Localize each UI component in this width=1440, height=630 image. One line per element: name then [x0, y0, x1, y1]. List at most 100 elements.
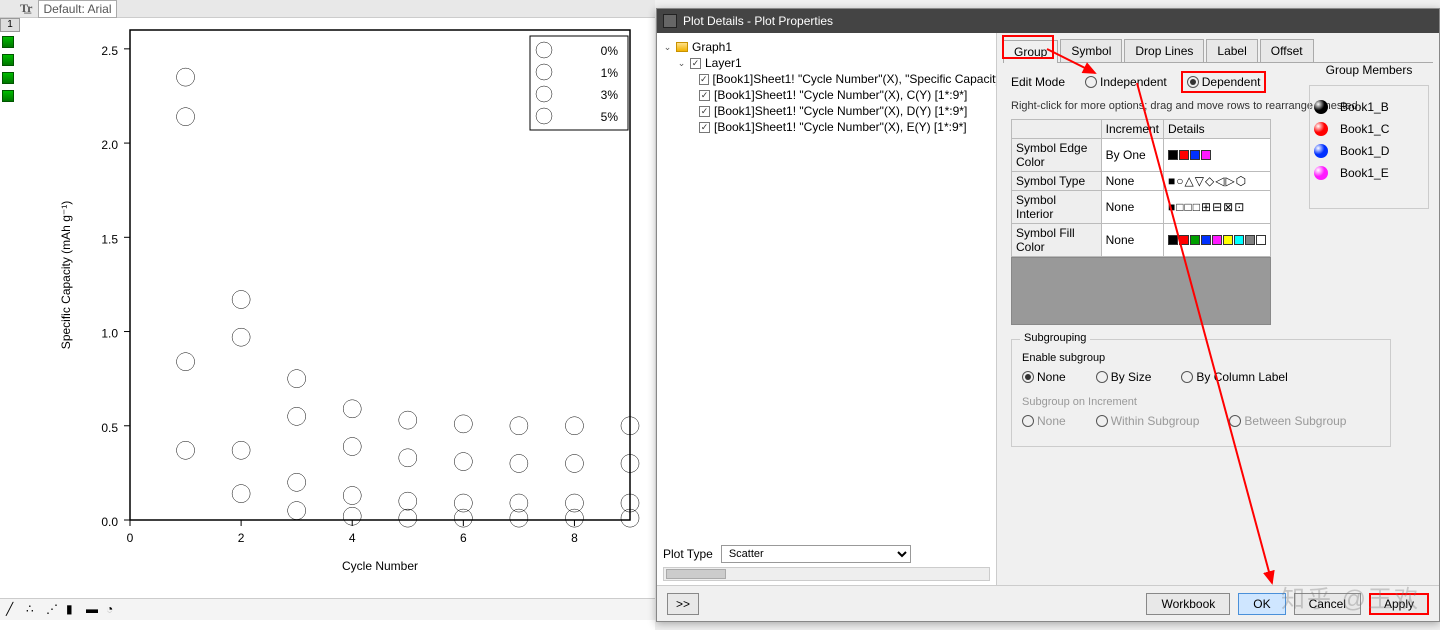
tree-layer-label: Layer1 [705, 56, 742, 70]
svg-text:1%: 1% [601, 66, 619, 80]
folder-icon [676, 42, 688, 52]
svg-text:Specific Capacity (mAh g⁻¹): Specific Capacity (mAh g⁻¹) [59, 201, 73, 349]
checkbox[interactable] [699, 106, 710, 117]
radio-none[interactable]: None [1022, 370, 1066, 384]
plot-type-select[interactable]: Scatter [721, 545, 911, 563]
increment-grid[interactable]: IncrementDetails Symbol Edge ColorBy One… [1011, 119, 1271, 257]
checkbox[interactable] [699, 74, 709, 85]
svg-text:0: 0 [127, 531, 134, 545]
tab-offset[interactable]: Offset [1260, 39, 1314, 62]
subgrouping-box: Subgrouping Enable subgroup NoneBy SizeB… [1011, 339, 1391, 447]
svg-text:3%: 3% [601, 88, 619, 102]
table-row[interactable]: Symbol InteriorNone■□□□⊞⊟⊠⊡ [1012, 191, 1271, 224]
expander-icon[interactable]: ⌄ [663, 43, 672, 52]
row-header: 1 [0, 18, 20, 32]
top-toolbar: T͟r Default: Arial [0, 0, 655, 18]
side-icon-strip [2, 36, 16, 102]
workbook-icon[interactable] [2, 36, 14, 48]
svg-text:6: 6 [460, 531, 467, 545]
cancel-button[interactable]: Cancel [1294, 593, 1361, 615]
radio-by-column-label[interactable]: By Column Label [1181, 370, 1287, 384]
radio-dependent[interactable]: Dependent [1187, 75, 1261, 89]
radio-by-size[interactable]: By Size [1096, 370, 1152, 384]
svg-text:1.0: 1.0 [101, 327, 118, 341]
group-member-item[interactable]: Book1_D [1314, 144, 1424, 158]
radio-within-subgroup: Within Subgroup [1096, 414, 1200, 428]
checkbox[interactable] [699, 122, 710, 133]
svg-text:8: 8 [571, 531, 578, 545]
grid-empty-area [1011, 257, 1271, 325]
group-members-panel: Group Members Book1_B Book1_C Book1_D Book1… [1309, 63, 1429, 209]
group-member-item[interactable]: Book1_C [1314, 122, 1424, 136]
tab-group[interactable]: Group [1003, 40, 1058, 63]
group-members-title: Group Members [1309, 63, 1429, 77]
svg-text:1.5: 1.5 [101, 232, 118, 246]
tree-root-label: Graph1 [692, 40, 732, 54]
tree-scrollbar[interactable] [663, 567, 990, 581]
dialog-button-row: >> Workbook OK Cancel Apply [657, 585, 1439, 621]
tree-plot-item[interactable]: [Book1]Sheet1! "Cycle Number"(X), "Speci… [663, 71, 990, 87]
tree-plot-item[interactable]: [Book1]Sheet1! "Cycle Number"(X), C(Y) [… [663, 87, 990, 103]
svg-text:5%: 5% [601, 110, 619, 124]
table-row[interactable]: Symbol TypeNone■○△▽◇◁▷⬡ [1012, 172, 1271, 191]
tree-item-label: [Book1]Sheet1! "Cycle Number"(X), E(Y) [… [714, 120, 967, 134]
bar-plot-icon[interactable]: ▬ [86, 602, 102, 618]
tab-symbol[interactable]: Symbol [1060, 39, 1122, 62]
dialog-titlebar[interactable]: Plot Details - Plot Properties [657, 9, 1439, 33]
svg-text:0.5: 0.5 [101, 421, 118, 435]
tree-plot-item[interactable]: [Book1]Sheet1! "Cycle Number"(X), D(Y) [… [663, 103, 990, 119]
tab-drop-lines[interactable]: Drop Lines [1124, 39, 1204, 62]
group-member-item[interactable]: Book1_E [1314, 166, 1424, 180]
apply-button[interactable]: Apply [1369, 593, 1429, 615]
dialog-icon [663, 14, 677, 28]
svg-text:Cycle Number: Cycle Number [342, 559, 418, 573]
subgrouping-title: Subgrouping [1020, 332, 1090, 344]
svg-text:2.0: 2.0 [101, 138, 118, 152]
checkbox[interactable] [699, 90, 710, 101]
svg-text:2.5: 2.5 [101, 44, 118, 58]
ok-button[interactable]: OK [1238, 593, 1285, 615]
tab-label[interactable]: Label [1206, 39, 1257, 62]
line-symbol-plot-icon[interactable]: ⋰ [46, 602, 62, 618]
svg-text:0.0: 0.0 [101, 515, 118, 529]
tree-item-label: [Book1]Sheet1! "Cycle Number"(X), "Speci… [713, 72, 997, 86]
checkbox[interactable] [690, 58, 701, 69]
workbook-button[interactable]: Workbook [1146, 593, 1230, 615]
radio-none: None [1022, 414, 1066, 428]
workbook-icon[interactable] [2, 72, 14, 84]
workbook-icon[interactable] [2, 90, 14, 102]
properties-panel: GroupSymbolDrop LinesLabelOffset Edit Mo… [997, 33, 1439, 585]
svg-text:2: 2 [238, 531, 245, 545]
edit-mode-label: Edit Mode [1011, 75, 1065, 89]
plot-details-dialog: Plot Details - Plot Properties ⌄ Graph1 … [656, 8, 1440, 622]
scatter-plot-icon[interactable]: ∴ [26, 602, 42, 618]
font-selector[interactable]: Default: Arial [38, 0, 116, 18]
svg-text:4: 4 [349, 531, 356, 545]
workbook-icon[interactable] [2, 54, 14, 66]
expand-button[interactable]: >> [667, 593, 699, 615]
bottom-toolbar: ╱ ∴ ⋰ ▮ ▬ ◔ [0, 598, 655, 620]
tree-plot-item[interactable]: [Book1]Sheet1! "Cycle Number"(X), E(Y) [… [663, 119, 990, 135]
highlight-dependent-radio: Dependent [1181, 71, 1267, 93]
pie-plot-icon[interactable]: ◔ [106, 602, 122, 618]
subgroup-increment-label: Subgroup on Increment [1022, 396, 1380, 408]
chart[interactable]: radialGradient id="g000000">radialGradie… [50, 20, 650, 580]
radio-between-subgroup: Between Subgroup [1229, 414, 1346, 428]
tabs: GroupSymbolDrop LinesLabelOffset [1003, 39, 1433, 63]
svg-text:0%: 0% [601, 44, 619, 58]
workspace-panel: T͟r Default: Arial 1 radialGradient id="… [0, 0, 655, 630]
dialog-title-text: Plot Details - Plot Properties [683, 14, 833, 28]
expander-icon[interactable]: ⌄ [677, 59, 686, 68]
column-plot-icon[interactable]: ▮ [66, 602, 82, 618]
enable-subgroup-label: Enable subgroup [1022, 352, 1380, 364]
font-indicator-icon: T͟r [20, 1, 32, 16]
line-plot-icon[interactable]: ╱ [6, 602, 22, 618]
plot-type-label: Plot Type [663, 547, 713, 561]
group-member-item[interactable]: Book1_B [1314, 100, 1424, 114]
table-row[interactable]: Symbol Edge ColorBy One [1012, 139, 1271, 172]
tree-layer[interactable]: ⌄ Layer1 [663, 55, 990, 71]
table-row[interactable]: Symbol Fill ColorNone [1012, 224, 1271, 257]
tree-item-label: [Book1]Sheet1! "Cycle Number"(X), C(Y) [… [714, 88, 967, 102]
radio-independent[interactable]: Independent [1085, 75, 1167, 89]
tree-root[interactable]: ⌄ Graph1 [663, 39, 990, 55]
